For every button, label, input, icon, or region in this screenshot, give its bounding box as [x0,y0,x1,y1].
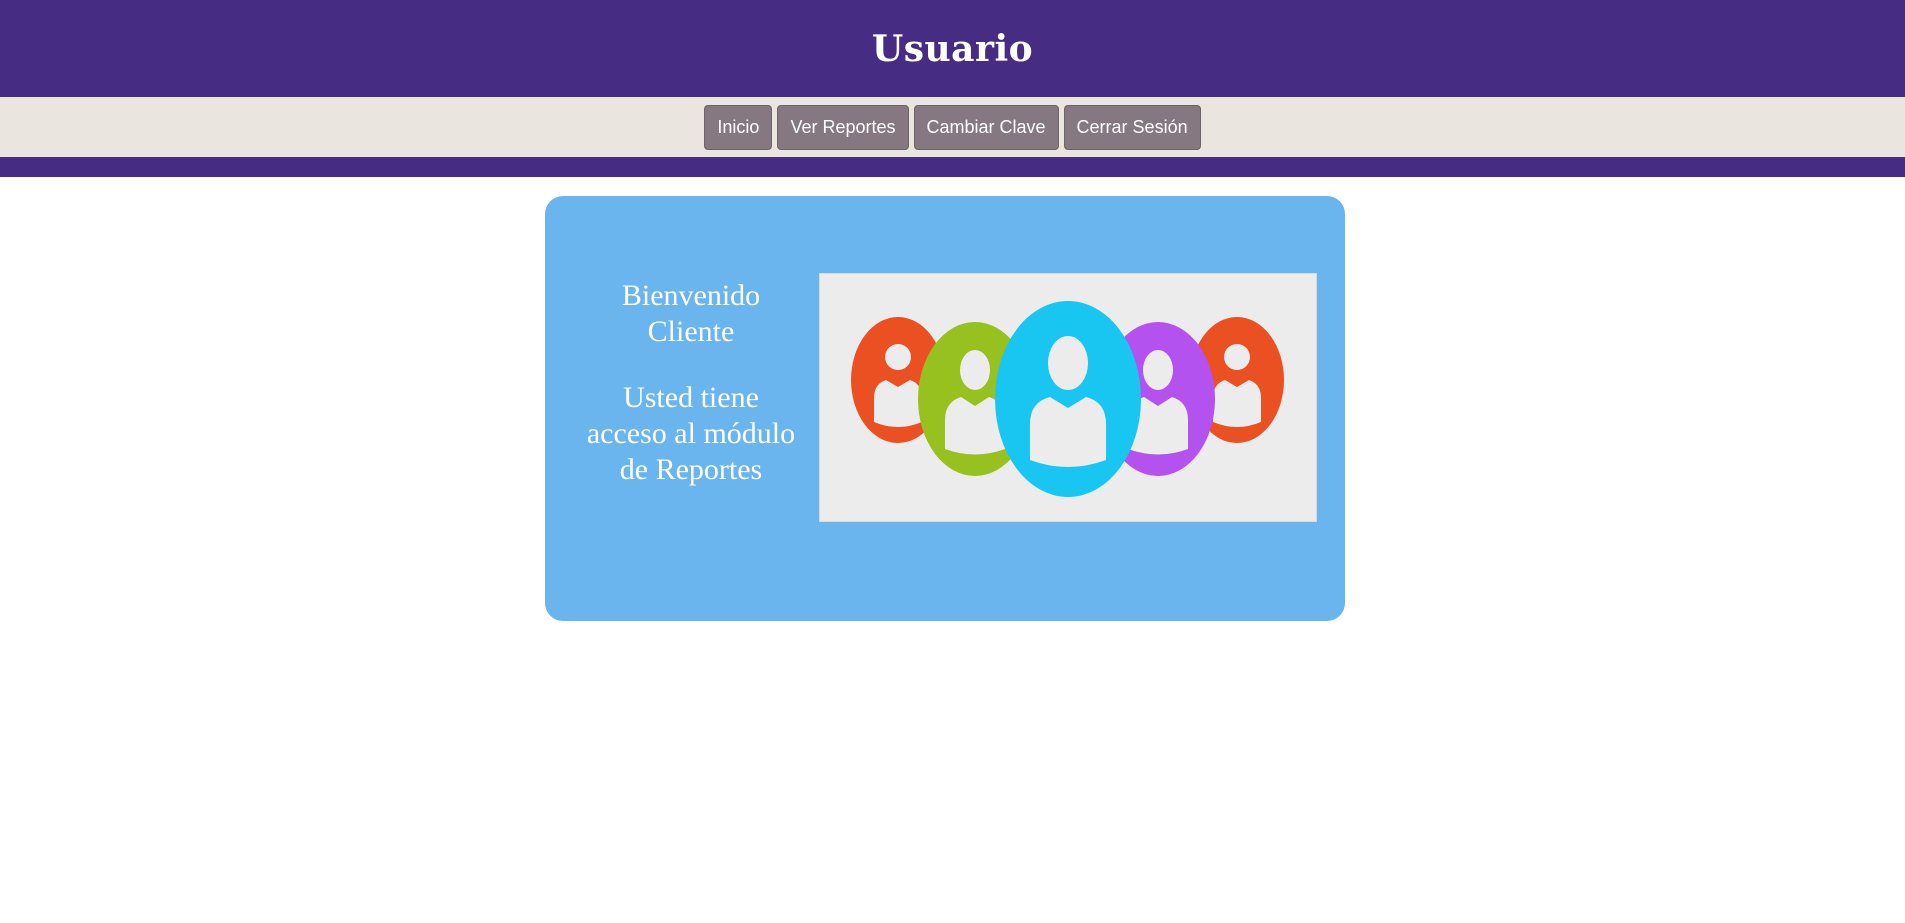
welcome-greeting: Bienvenido Cliente [621,279,761,348]
app-header: Usuario [0,0,1905,97]
nav-cerrar-sesion-button[interactable]: Cerrar Sesión [1063,104,1201,150]
nav-inicio-button[interactable]: Inicio [704,104,773,150]
nav-cambiar-clave-button[interactable]: Cambiar Clave [913,104,1059,150]
header-stripe [0,157,1905,177]
users-group-image [819,273,1317,522]
nav-ver-reportes-button[interactable]: Ver Reportes [777,104,909,150]
page-title: Usuario [871,27,1034,70]
welcome-card: Bienvenido Cliente Usted tiene acceso al… [545,196,1345,621]
welcome-message: Usted tiene acceso al módulo de Reportes [586,381,796,486]
nav-bar: Inicio Ver Reportes Cambiar Clave Cerrar… [0,97,1905,157]
users-group-icon [851,301,1284,497]
welcome-text: Bienvenido Cliente Usted tiene acceso al… [585,278,797,488]
user-avatar-icon [995,301,1141,497]
